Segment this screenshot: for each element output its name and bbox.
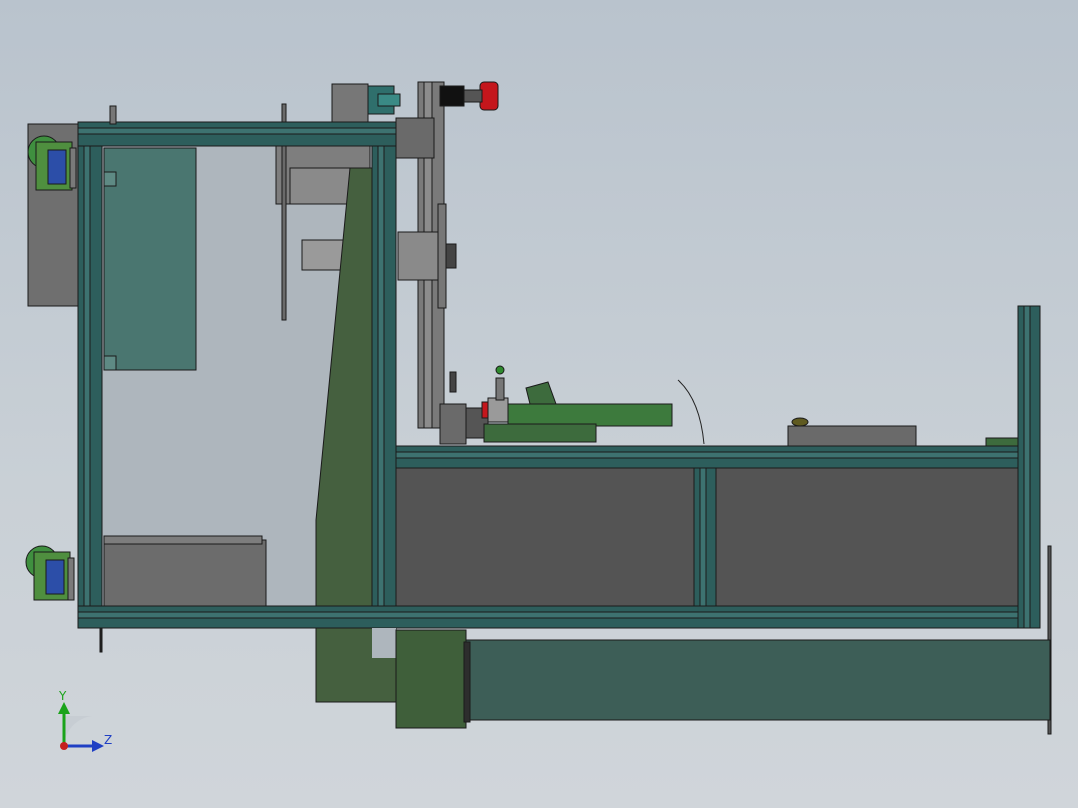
red-handwheel xyxy=(479,81,499,111)
coordinate-triad: Y Z xyxy=(58,689,112,752)
machine-assembly xyxy=(25,81,1052,735)
z-axis-label: Z xyxy=(104,733,112,747)
y-axis-arrow-icon xyxy=(58,702,70,714)
clamp-mechanism xyxy=(439,365,673,445)
bottom-motor-housing xyxy=(395,629,467,729)
model-drawing: Y Z xyxy=(25,81,1052,752)
lower-panel-left xyxy=(395,467,695,607)
bottom-conveyor-beam xyxy=(465,639,1051,721)
lower-panel-right xyxy=(715,467,1019,607)
y-axis-label: Y xyxy=(58,689,67,703)
bottom-left-box xyxy=(103,539,267,607)
table-block-right xyxy=(787,425,917,447)
cad-viewport[interactable]: Y Z xyxy=(0,0,1078,808)
z-axis-arrow-icon xyxy=(92,740,104,752)
bottom-left-motor xyxy=(25,545,75,601)
x-axis-dot-icon xyxy=(60,742,68,750)
cabinet-door xyxy=(103,147,197,371)
top-sensor-box xyxy=(331,83,369,123)
